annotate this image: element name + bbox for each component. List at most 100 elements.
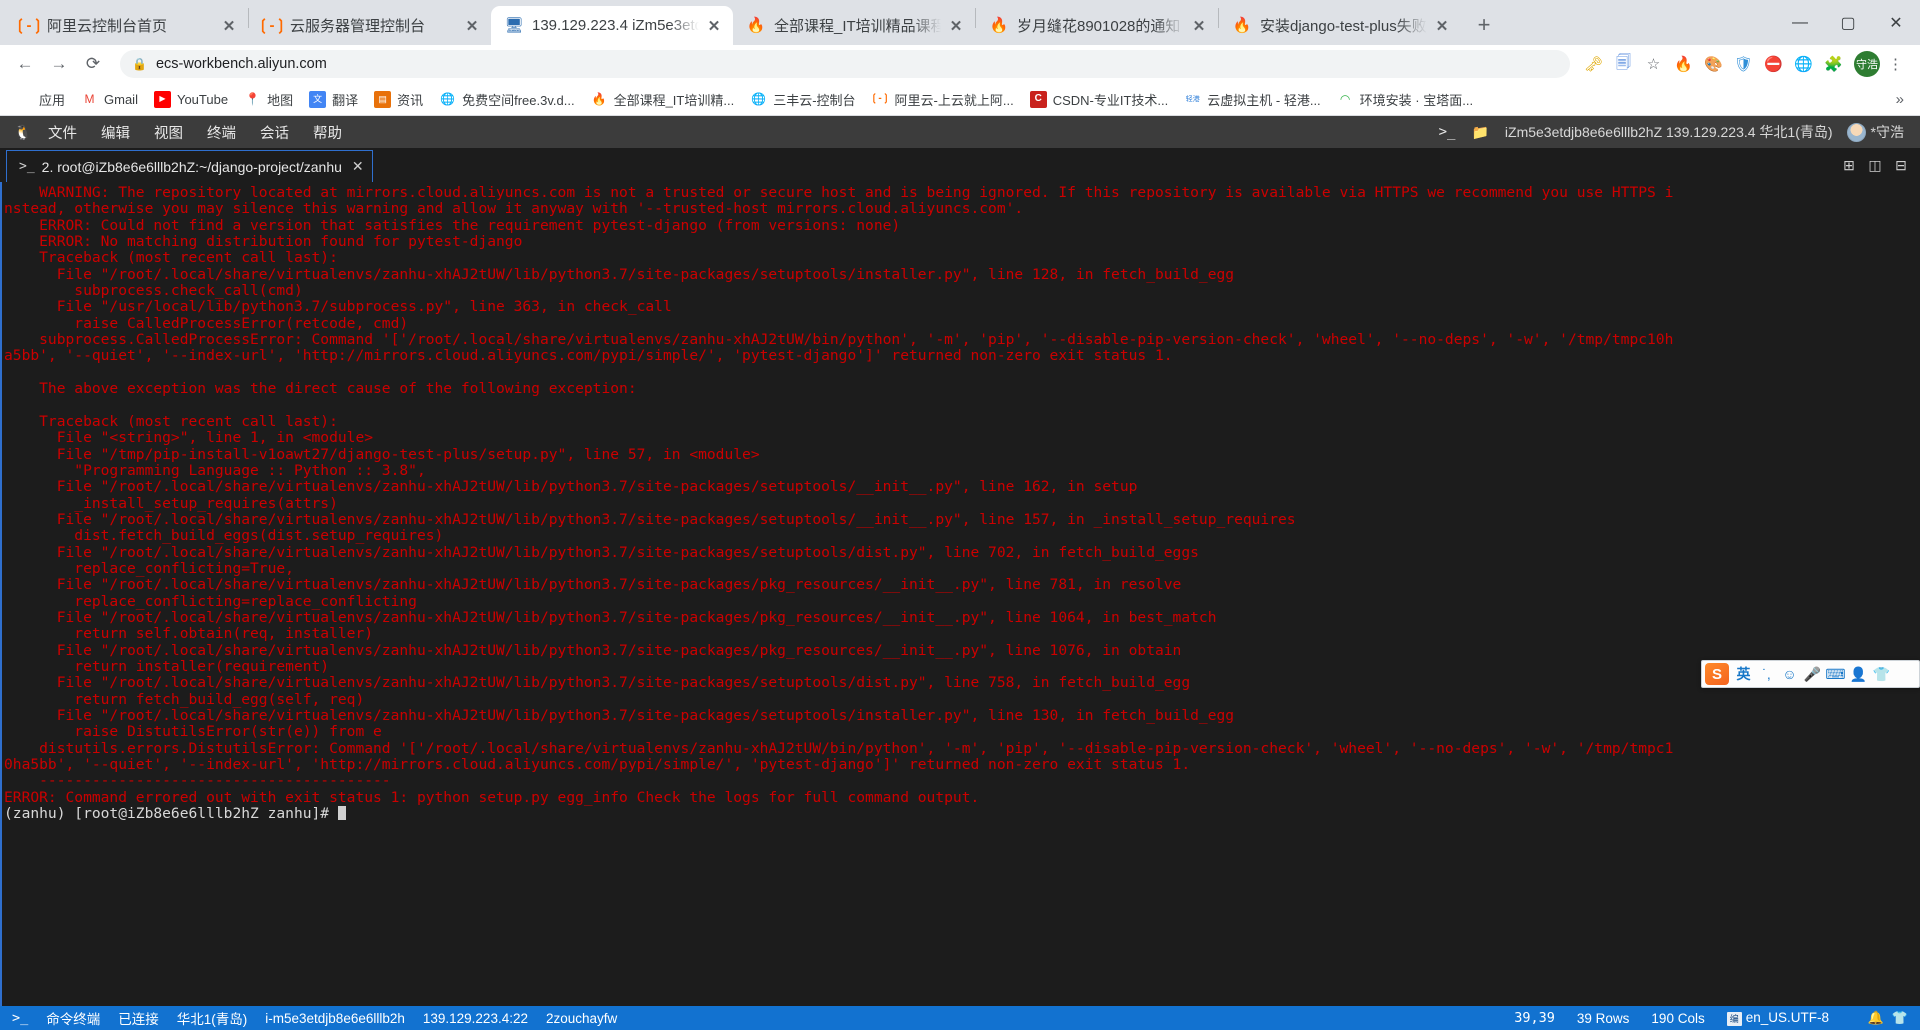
bookmark-btpanel[interactable]: ◠ 环境安装 · 宝塔面... — [1329, 86, 1481, 112]
bookmark-sanfeng[interactable]: 🌐 三丰云-控制台 — [742, 86, 863, 112]
add-session-icon[interactable]: ⊞ — [1838, 154, 1860, 176]
tab-title: 139.129.223.4 iZm5e3etdjb — [532, 17, 699, 34]
bookmarks-overflow-button[interactable]: » — [1888, 91, 1912, 108]
bookmark-maps[interactable]: 📍 地图 — [236, 86, 301, 112]
tab-close-button[interactable]: ✕ — [1433, 17, 1451, 35]
keyboard-icon[interactable]: ⌨ — [1824, 663, 1847, 686]
avatar — [1846, 122, 1866, 142]
maximize-button[interactable]: ▢ — [1824, 0, 1872, 45]
shield-v-icon[interactable]: 🛡 — [1729, 50, 1758, 79]
mic-icon[interactable]: 🎤 — [1801, 663, 1824, 686]
bookmark-qinggang[interactable]: 轻港 云虚拟主机 - 轻港... — [1176, 86, 1328, 112]
terminal-output-pane[interactable]: WARNING: The repository located at mirro… — [0, 182, 1920, 1006]
flame-icon: 🔥 — [746, 17, 766, 34]
menu-item-help[interactable]: 帮助 — [301, 116, 354, 148]
bookmark-apps[interactable]: 应用 — [8, 86, 73, 112]
block-icon[interactable]: ⛔ — [1759, 50, 1788, 79]
ime-mode-toggle[interactable]: 英 — [1732, 663, 1755, 686]
tab-close-button[interactable]: ✕ — [1190, 17, 1208, 35]
bookmark-free3v[interactable]: 🌐 免费空间free.3v.d... — [431, 86, 582, 112]
shirt-icon[interactable]: 👕 — [1888, 1007, 1912, 1029]
key-icon[interactable]: 🗝 — [1579, 50, 1608, 79]
layout-grid-icon[interactable] — [1840, 1007, 1864, 1029]
terminal-cursor — [337, 806, 346, 821]
reload-button[interactable]: ⟳ — [78, 49, 108, 79]
browser-tab-3[interactable]: 🔥 全部课程_IT培训精品课程-慕 ✕ — [733, 6, 975, 45]
terminal-line: File "/root/.local/share/virtualenvs/zan… — [4, 608, 1217, 626]
terminal-prompt-icon: >_ — [19, 159, 35, 174]
flame-icon[interactable]: 🔥 — [1669, 50, 1698, 79]
user-card-icon[interactable]: 👤 — [1847, 663, 1870, 686]
terminal-line: replace_conflicting=True, — [4, 559, 294, 577]
forward-button[interactable]: → — [44, 49, 74, 79]
emoji-icon[interactable]: ☺ — [1778, 663, 1801, 686]
bookmark-label: 阿里云-上云就上阿... — [894, 92, 1014, 108]
user-name-label[interactable]: *守浩 — [1871, 122, 1910, 142]
browser-tab-2-active[interactable]: 🖥 139.129.223.4 iZm5e3etdjb ✕ — [491, 6, 733, 45]
close-window-button[interactable]: ✕ — [1872, 0, 1920, 45]
tab-close-button[interactable]: ✕ — [463, 17, 481, 35]
status-region: 华北1(青岛) — [176, 1012, 248, 1027]
session-tab-label: 2. root@iZb8e6e6lllb2hZ:~/django-project… — [41, 158, 342, 175]
menu-item-session[interactable]: 会话 — [248, 116, 301, 148]
qinggang-icon: 轻港 — [1185, 95, 1200, 103]
terminal-line: File "/tmp/pip-install-v1oawt27/django-t… — [4, 445, 760, 463]
menu-item-edit[interactable]: 编辑 — [89, 116, 142, 148]
csdn-icon: C — [1029, 90, 1047, 108]
minimize-button[interactable]: — — [1776, 0, 1824, 45]
profile-avatar[interactable]: 守浩 — [1854, 51, 1880, 77]
translate-icon[interactable]: 🗐 — [1609, 50, 1638, 79]
terminal-prompt-icon[interactable]: >_ — [1431, 124, 1464, 140]
terminal-line: return fetch_build_egg(self, req) — [4, 690, 365, 708]
bookmark-label: 云虚拟主机 - 轻港... — [1207, 92, 1321, 108]
palette-icon[interactable]: 🎨 — [1699, 50, 1728, 79]
browser-tab-4[interactable]: 🔥 岁月缝花8901028的通知 ✕ — [976, 6, 1218, 45]
bookmark-imooc[interactable]: 🔥 全部课程_IT培训精... — [583, 86, 743, 112]
menu-item-file[interactable]: 文件 — [36, 116, 89, 148]
new-tab-button[interactable]: + — [1467, 8, 1501, 42]
browser-tab-1[interactable]: ❲-❳ 云服务器管理控制台 ✕ — [249, 6, 491, 45]
apps-icon[interactable] — [1893, 663, 1916, 686]
bookmark-translate[interactable]: 文 翻译 — [301, 86, 366, 112]
status-encoding[interactable]: 编 en_US.UTF-8 — [1716, 1010, 1840, 1026]
tab-close-button[interactable]: ✕ — [220, 17, 238, 35]
tab-close-button[interactable]: ✕ — [705, 17, 723, 35]
skin-icon[interactable]: 👕 — [1870, 663, 1893, 686]
toolbar-extension-icons: 🗝 🗐 ☆ 🔥 🎨 🛡 ⛔ 🌐 🧩 守浩 ⋮ — [1578, 50, 1910, 79]
terminal-line: File "/root/.local/share/virtualenvs/zan… — [4, 641, 1182, 659]
encoding-badge-icon: 编 — [1726, 1011, 1742, 1026]
tab-close-button[interactable]: ✕ — [947, 17, 965, 35]
tab-title: 云服务器管理控制台 — [290, 18, 426, 35]
status-cols: 190 Cols — [1651, 1010, 1705, 1026]
split-horizontal-icon[interactable]: ⊟ — [1890, 154, 1912, 176]
bookmark-news[interactable]: ▤ 资讯 — [366, 86, 431, 112]
back-button[interactable]: ← — [10, 49, 40, 79]
bookmark-gmail[interactable]: M Gmail — [73, 86, 146, 112]
kebab-menu-icon[interactable]: ⋮ — [1881, 50, 1910, 79]
bookmark-csdn[interactable]: C CSDN-专业IT技术... — [1022, 86, 1177, 112]
bookmark-youtube[interactable]: ▶ YouTube — [146, 86, 236, 112]
bookmark-aliyun[interactable]: ❲-❳ 阿里云-上云就上阿... — [864, 86, 1022, 112]
menu-item-terminal[interactable]: 终端 — [195, 116, 248, 148]
folder-icon[interactable]: 📁 — [1463, 124, 1496, 141]
bell-icon[interactable]: 🔔 — [1864, 1007, 1888, 1029]
menu-item-view[interactable]: 视图 — [142, 116, 195, 148]
puzzle-icon[interactable]: 🧩 — [1819, 50, 1848, 79]
split-vertical-icon[interactable]: ◫ — [1864, 154, 1886, 176]
star-icon[interactable]: ☆ — [1639, 50, 1668, 79]
terminal-line: _install_setup_requires(attrs) — [4, 494, 338, 512]
globe-icon[interactable]: 🌐 — [1789, 50, 1818, 79]
address-bar[interactable]: 🔒 ecs-workbench.aliyun.com — [120, 50, 1570, 78]
sogou-ime-toolbar[interactable]: S 英 ˙, ☺ 🎤 ⌨ 👤 👕 — [1701, 660, 1920, 688]
status-type: 命令终端 — [46, 1012, 101, 1027]
session-tab-active[interactable]: >_ 2. root@iZb8e6e6lllb2hZ:~/django-proj… — [6, 150, 373, 182]
browser-tab-0[interactable]: ❲-❳ 阿里云控制台首页 ✕ — [6, 6, 248, 45]
punctuation-icon[interactable]: ˙, — [1755, 663, 1778, 686]
browser-toolbar: ← → ⟳ 🔒 ecs-workbench.aliyun.com 🗝 🗐 ☆ 🔥… — [0, 45, 1920, 83]
session-close-icon[interactable]: ✕ — [352, 158, 364, 175]
tab-title: 全部课程_IT培训精品课程-慕 — [774, 18, 941, 35]
aliyun-icon: ❲-❳ — [870, 93, 891, 104]
browser-tab-5[interactable]: 🔥 安装django-test-plus失败_ ✕ — [1219, 6, 1461, 45]
flame-icon: 🔥 — [591, 92, 607, 106]
sogou-logo-icon[interactable]: S — [1705, 663, 1729, 685]
